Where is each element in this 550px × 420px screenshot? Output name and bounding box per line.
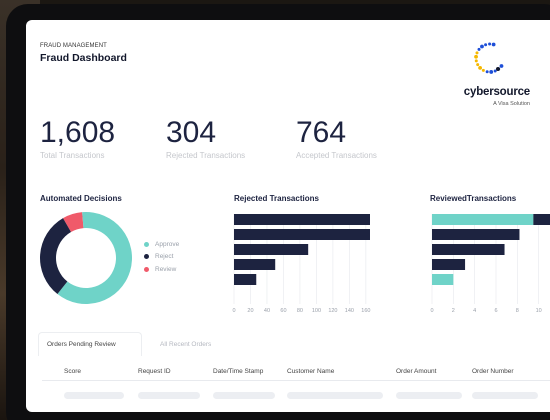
- legend-approve-label: Approve: [155, 240, 180, 248]
- reviewed-transactions-title: ReviewedTransactions: [430, 194, 517, 203]
- logo-dot: [475, 51, 479, 55]
- bar: [432, 274, 454, 285]
- logo-dot: [489, 70, 494, 74]
- logo-dot: [484, 43, 488, 47]
- table-row-placeholder: [64, 392, 124, 399]
- bar: [234, 214, 370, 225]
- logo-dot: [496, 67, 500, 71]
- automated-decisions-title: Automated Decisions: [40, 194, 122, 203]
- bar: [234, 244, 309, 255]
- section-eyebrow: FRAUD MANAGEMENT: [40, 43, 107, 49]
- donut-legend: Approve Reject Review: [144, 238, 179, 276]
- logo-dot: [499, 64, 504, 68]
- tick-label: 80: [297, 308, 303, 314]
- logo-dot: [481, 68, 485, 72]
- tick-label: 0: [232, 308, 235, 314]
- tab-orders-pending-review[interactable]: Orders Pending Review: [47, 341, 116, 348]
- bar: [432, 244, 505, 255]
- legend-review-swatch: [144, 266, 149, 272]
- cybersource-logo: cybersource A Visa Solution: [450, 38, 530, 120]
- column-header-request-id[interactable]: Request ID: [138, 368, 171, 375]
- donut-slice-reject: [40, 218, 71, 295]
- tab-all-recent-orders[interactable]: All Recent Orders: [160, 341, 211, 348]
- logo-dot: [488, 42, 492, 46]
- stat-rejected-label: Rejected Transactions: [166, 151, 246, 160]
- tick-label: 4: [473, 308, 476, 314]
- tick-label: 120: [328, 308, 337, 314]
- column-header-score[interactable]: Score: [64, 368, 81, 375]
- bar: [432, 229, 520, 240]
- logo-wordmark: cybersource: [463, 86, 530, 98]
- stat-total-label: Total Transactions: [40, 151, 105, 160]
- stat-total-value: 1,608: [40, 116, 116, 149]
- logo-dot: [474, 54, 478, 59]
- stat-rejected: 304 Rejected Transactions: [166, 116, 245, 160]
- tick-label: 10: [536, 308, 542, 314]
- table-row-placeholder: [138, 392, 200, 399]
- column-header-order-number[interactable]: Order Number: [472, 368, 514, 375]
- tick-label: 100: [312, 308, 321, 314]
- tick-label: 40: [264, 308, 270, 314]
- orders-tabs: Orders Pending Review All Recent Orders: [38, 332, 548, 356]
- rejected-transactions-title: Rejected Transactions: [234, 194, 319, 203]
- rejected-transactions-chart: 0 20 40 60 80 100 120 140 160: [232, 214, 370, 314]
- stat-accepted-label: Accepted Transactions: [296, 151, 377, 160]
- logo-dot: [476, 63, 480, 67]
- stat-total: 1,608 Total Transactions: [40, 116, 115, 160]
- logo-dot: [485, 70, 489, 74]
- tick-label: 140: [345, 308, 354, 314]
- table-row-placeholder: [396, 392, 462, 399]
- logo-dot: [480, 44, 484, 49]
- bar: [432, 259, 466, 270]
- reviewed-transactions-chart: 024681012: [430, 214, 550, 314]
- legend-item: Reject: [144, 251, 179, 264]
- bar: [234, 274, 257, 285]
- column-header-customer-name[interactable]: Customer Name: [287, 368, 334, 375]
- tick-label: 0: [430, 308, 433, 314]
- legend-item: Approve: [144, 238, 179, 251]
- bar: [234, 229, 370, 240]
- stat-accepted: 764 Accepted Transactions: [296, 116, 377, 160]
- column-header-date-time[interactable]: Date/Time Stamp: [213, 368, 263, 375]
- legend-reject-swatch: [144, 254, 149, 260]
- logo-dot: [474, 59, 478, 63]
- page-title: Fraud Dashboard: [40, 52, 127, 64]
- legend-reject-label: Reject: [155, 253, 174, 261]
- dashboard-screen: FRAUD MANAGEMENT Fraud Dashboard cyberso…: [26, 20, 550, 412]
- table-row-placeholder: [213, 392, 275, 399]
- tick-label: 6: [494, 308, 497, 314]
- logo-tagline: A Visa Solution: [493, 101, 530, 107]
- legend-approve-swatch: [144, 241, 149, 247]
- tick-label: 2: [452, 308, 455, 314]
- bar: [533, 214, 550, 225]
- table-divider: [42, 380, 550, 381]
- stat-accepted-value: 764: [296, 116, 347, 149]
- automated-decisions-donut: [40, 212, 132, 304]
- stat-rejected-value: 304: [166, 116, 217, 149]
- tick-label: 60: [280, 308, 286, 314]
- column-header-order-amount[interactable]: Order Amount: [396, 368, 436, 375]
- tick-label: 20: [247, 308, 253, 314]
- table-row-placeholder: [472, 392, 538, 399]
- logo-dot: [477, 47, 481, 51]
- bar: [234, 259, 276, 270]
- logo-mark-icon: [474, 42, 504, 74]
- tick-label: 8: [516, 308, 519, 314]
- logo-dot: [493, 69, 497, 73]
- table-row-placeholder: [287, 392, 383, 399]
- logo-dot: [491, 42, 496, 47]
- bar: [432, 214, 534, 225]
- legend-item: Review: [144, 263, 179, 276]
- tick-label: 160: [361, 308, 370, 314]
- legend-review-label: Review: [155, 265, 177, 273]
- logo-dot: [478, 66, 482, 70]
